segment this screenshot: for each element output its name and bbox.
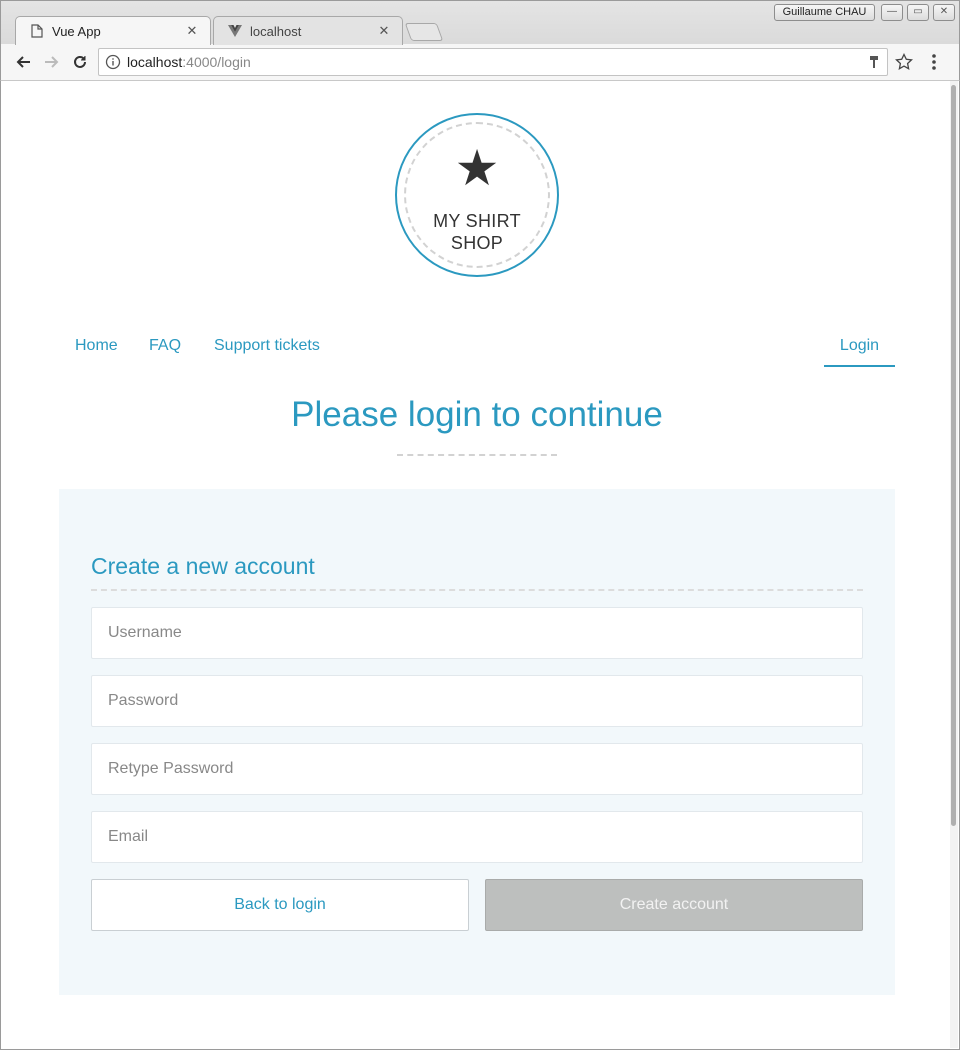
logo-text: MY SHIRT SHOP bbox=[397, 210, 557, 254]
nav-faq[interactable]: FAQ bbox=[149, 337, 181, 355]
form-divider bbox=[91, 589, 863, 591]
nav-login[interactable]: Login bbox=[824, 325, 895, 367]
back-arrow-icon[interactable] bbox=[11, 50, 35, 74]
username-input[interactable] bbox=[91, 607, 863, 659]
email-input[interactable] bbox=[91, 811, 863, 863]
profile-button[interactable]: Guillaume CHAU bbox=[774, 4, 875, 21]
menu-dots-icon[interactable] bbox=[931, 53, 937, 76]
retype-password-input[interactable] bbox=[91, 743, 863, 795]
new-tab-button[interactable] bbox=[404, 23, 444, 41]
password-input[interactable] bbox=[91, 675, 863, 727]
key-icon[interactable] bbox=[869, 55, 879, 72]
tab-title: localhost bbox=[250, 23, 302, 39]
tab-localhost[interactable]: localhost ✕ bbox=[213, 16, 403, 45]
reload-icon[interactable] bbox=[68, 50, 92, 74]
vue-icon bbox=[228, 24, 242, 38]
scrollbar-thumb[interactable] bbox=[951, 85, 956, 826]
info-icon[interactable] bbox=[105, 54, 121, 70]
nav-support-tickets[interactable]: Support tickets bbox=[214, 337, 320, 355]
title-divider bbox=[397, 454, 557, 456]
shop-logo[interactable]: ★ MY SHIRT SHOP bbox=[395, 113, 559, 277]
star-icon: ★ bbox=[454, 140, 500, 196]
forward-arrow-icon[interactable] bbox=[40, 50, 64, 74]
address-host: localhost bbox=[127, 54, 183, 70]
close-icon[interactable]: ✕ bbox=[184, 23, 200, 39]
browser-titlebar: Vue App ✕ localhost ✕ Guillaume CHAU — ▭… bbox=[0, 0, 960, 45]
nav-home[interactable]: Home bbox=[75, 337, 118, 355]
back-to-login-button[interactable]: Back to login bbox=[91, 879, 469, 931]
close-icon[interactable]: ✕ bbox=[376, 23, 392, 39]
browser-toolbar: localhost:4000/login bbox=[0, 44, 960, 81]
scrollbar[interactable] bbox=[950, 81, 958, 1048]
form-title: Create a new account bbox=[91, 553, 315, 579]
maximize-icon[interactable]: ▭ bbox=[907, 4, 929, 21]
page-viewport: ★ MY SHIRT SHOP Home FAQ Support tickets… bbox=[0, 81, 960, 1050]
tab-vue-app[interactable]: Vue App ✕ bbox=[15, 16, 211, 45]
page-icon bbox=[30, 24, 44, 38]
minimize-icon[interactable]: — bbox=[881, 4, 903, 21]
tab-title: Vue App bbox=[52, 23, 101, 39]
page-title: Please login to continue bbox=[291, 395, 663, 434]
logo-line-2: SHOP bbox=[450, 233, 504, 253]
bookmark-star-icon[interactable] bbox=[895, 52, 913, 76]
address-path: :4000/login bbox=[182, 54, 251, 70]
create-account-button[interactable]: Create account bbox=[485, 879, 863, 931]
close-window-icon[interactable]: ✕ bbox=[933, 4, 955, 21]
signup-panel: Create a new account Back to login Creat… bbox=[59, 489, 895, 995]
address-bar[interactable]: localhost:4000/login bbox=[98, 48, 888, 76]
logo-line-1: MY SHIRT bbox=[433, 211, 521, 231]
